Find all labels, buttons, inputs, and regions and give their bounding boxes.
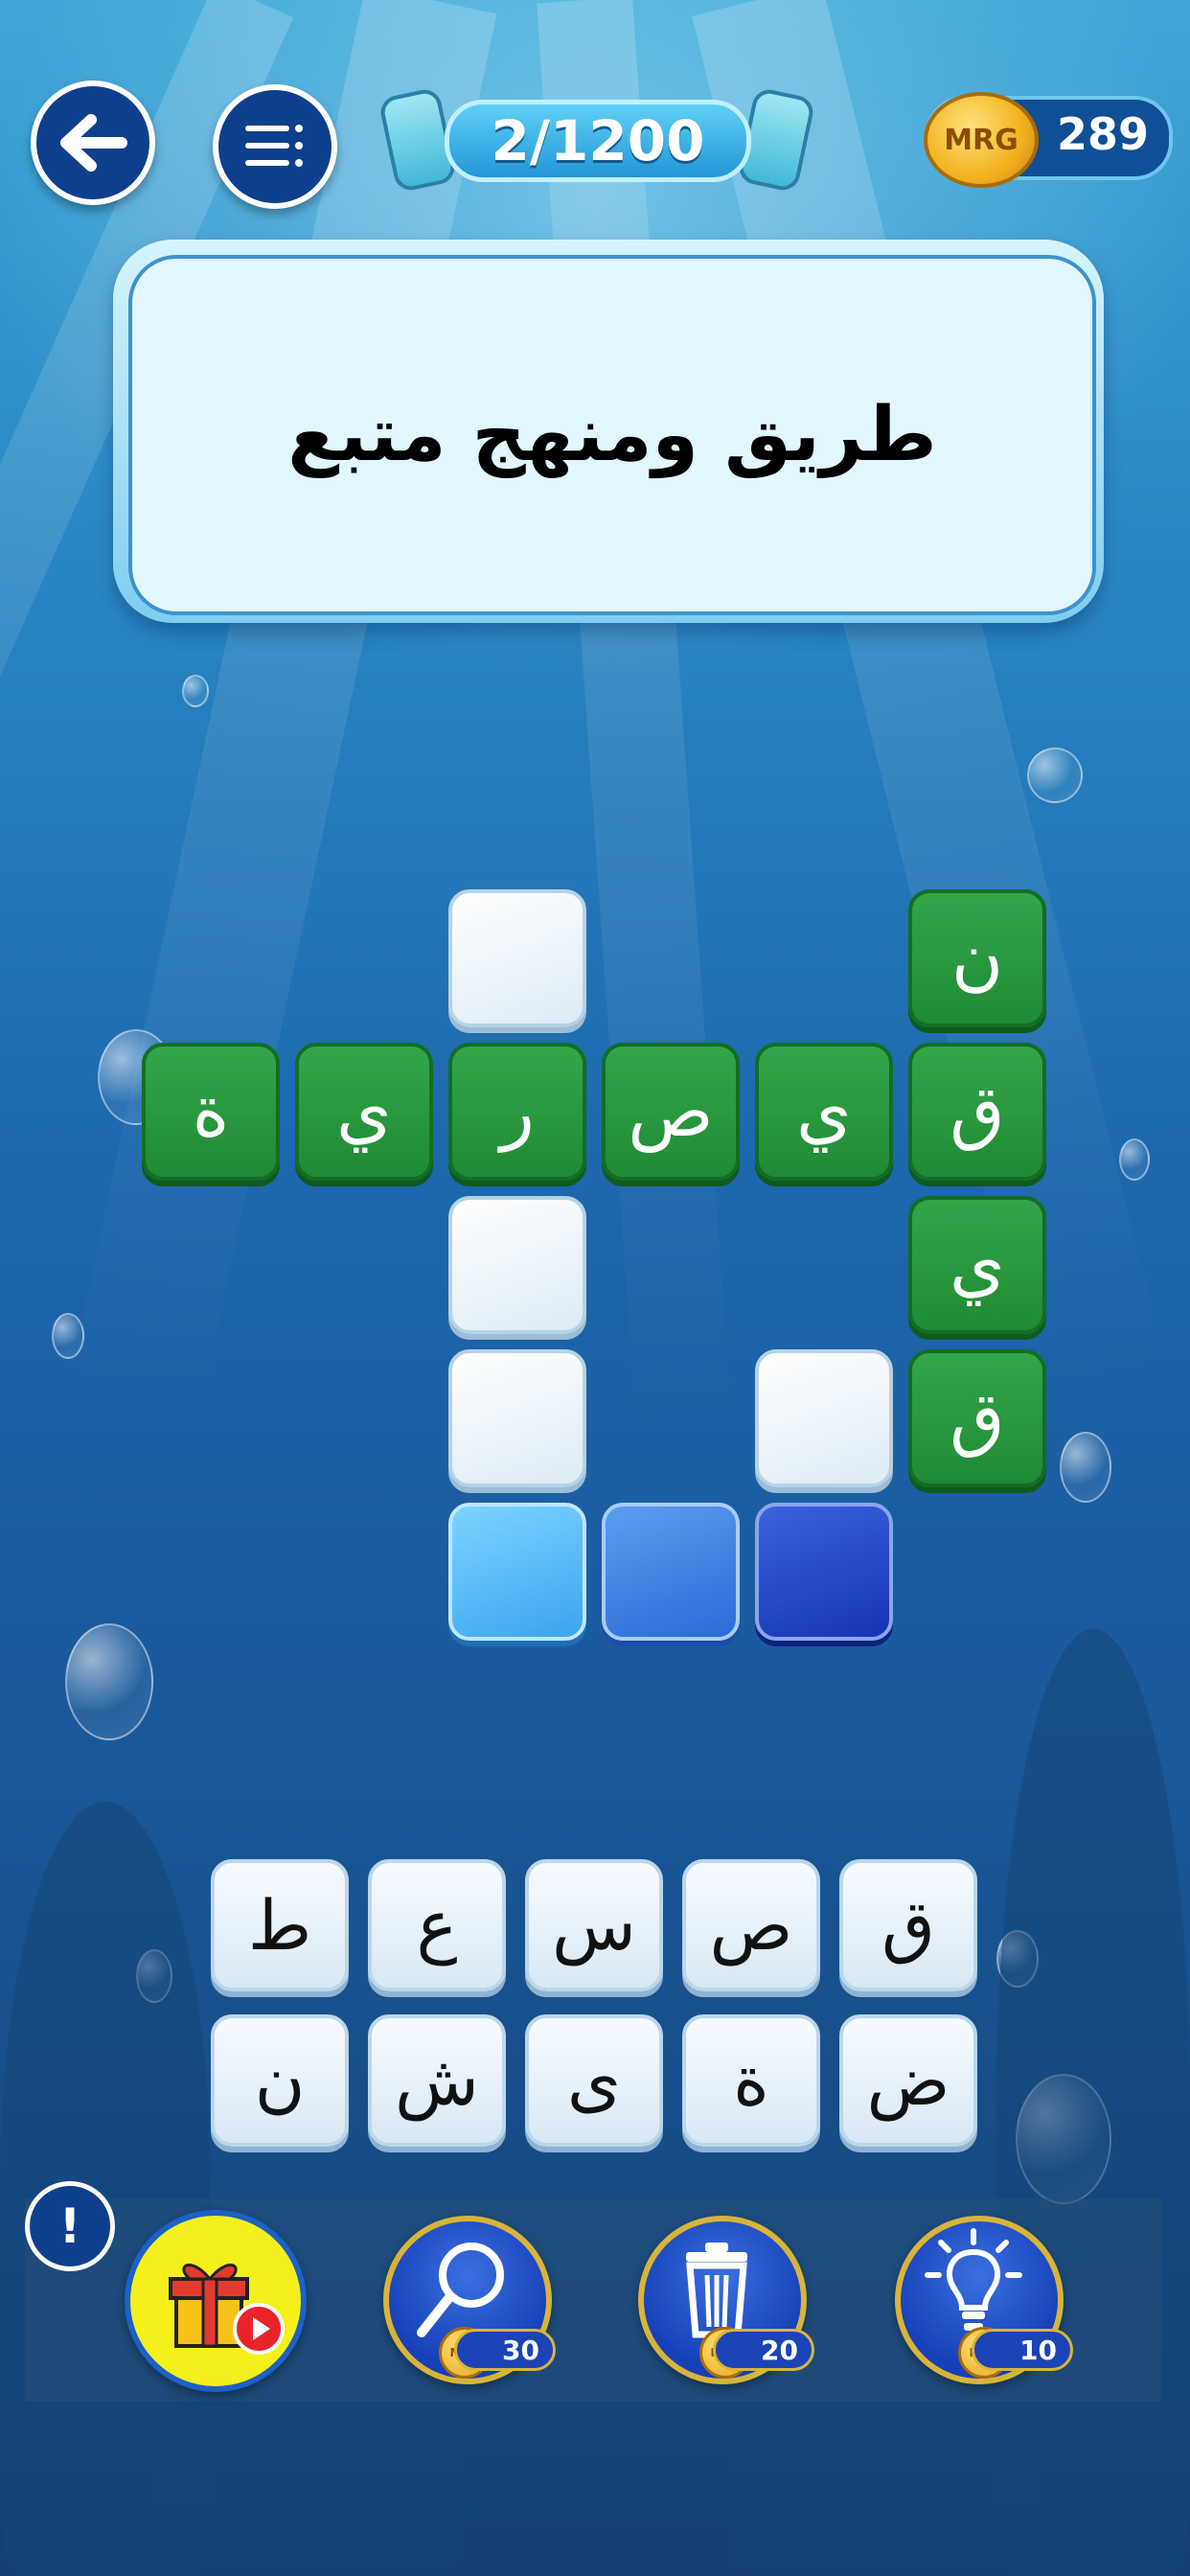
letter-key[interactable]: ط	[211, 1859, 349, 1991]
bubble	[1060, 1432, 1111, 1503]
grid-cell-empty[interactable]	[448, 889, 586, 1027]
grid-cell-filled: ي	[295, 1043, 433, 1181]
info-label: !	[58, 2198, 81, 2254]
grid-cell-empty[interactable]	[448, 1349, 586, 1487]
grid-cell-empty[interactable]	[755, 1349, 893, 1487]
clue-text: طريق ومنهج متبع	[287, 392, 937, 478]
delete-cost: 20	[713, 2329, 814, 2371]
grid-cell-filled: ص	[602, 1043, 740, 1181]
hint-cost: 10	[972, 2329, 1073, 2371]
grid-cell-filled: ي	[755, 1043, 893, 1181]
grid-cell-empty[interactable]	[448, 1196, 586, 1334]
menu-button[interactable]	[213, 84, 337, 209]
letter-key[interactable]: ق	[839, 1859, 977, 1991]
grid-cell-active[interactable]	[448, 1503, 586, 1641]
coin-logo: MRG	[944, 123, 1018, 157]
gift-video-button[interactable]	[125, 2210, 307, 2392]
grid-cell-filled: ق	[908, 1043, 1046, 1181]
grid-cell-filled: ر	[448, 1043, 586, 1181]
level-banner: 2/1200	[378, 86, 816, 194]
letter-key[interactable]: ن	[211, 2014, 349, 2147]
bubble	[1027, 748, 1083, 803]
letter-key[interactable]: ص	[682, 1859, 820, 1991]
letter-key[interactable]: ش	[368, 2014, 506, 2147]
search-cost: 30	[454, 2329, 556, 2371]
coin-count: 289	[1056, 108, 1150, 160]
play-video-icon	[233, 2303, 285, 2355]
letter-key[interactable]: ى	[525, 2014, 663, 2147]
grid-cell-active[interactable]	[602, 1503, 740, 1641]
grid-cell-filled: ي	[908, 1196, 1046, 1334]
letter-key[interactable]: ض	[839, 2014, 977, 2147]
letter-key[interactable]: ة	[682, 2014, 820, 2147]
letter-key[interactable]: ع	[368, 1859, 506, 1991]
clue-card: طريق ومنهج متبع	[128, 255, 1096, 615]
menu-icon	[245, 125, 303, 167]
arrow-left-icon	[60, 114, 127, 172]
back-button[interactable]	[31, 80, 155, 205]
grid-cell-filled: ق	[908, 1349, 1046, 1487]
bubble	[1119, 1138, 1150, 1181]
bubble	[52, 1313, 84, 1359]
grid-cell-filled: ة	[142, 1043, 280, 1181]
letter-key[interactable]: س	[525, 1859, 663, 1991]
level-counter: 2/1200	[445, 100, 751, 182]
bubble	[182, 675, 209, 707]
coin-icon: MRG	[924, 92, 1039, 188]
bubble	[65, 1623, 153, 1740]
grid-cell-selected[interactable]	[755, 1503, 893, 1641]
grid-cell-filled: ن	[908, 889, 1046, 1027]
info-button[interactable]: !	[25, 2181, 115, 2271]
